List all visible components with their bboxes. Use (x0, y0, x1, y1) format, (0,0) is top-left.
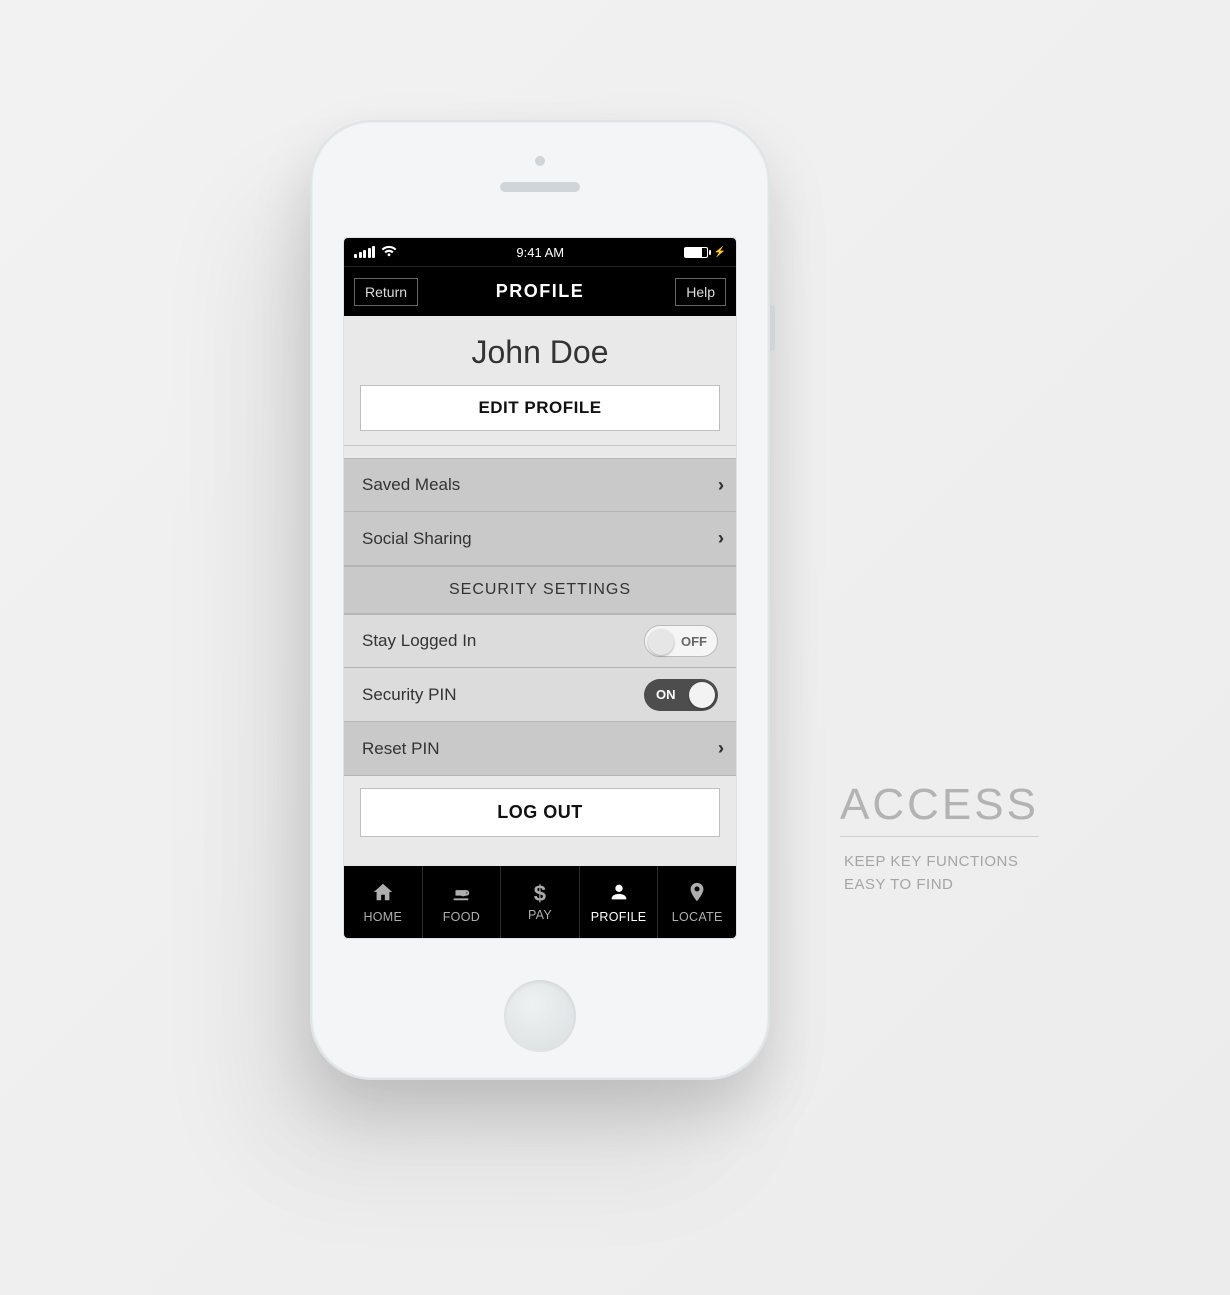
logout-section: LOG OUT (344, 776, 736, 847)
coffee-icon (450, 881, 472, 907)
toggle-stay-logged-in[interactable]: OFF (644, 625, 718, 657)
person-icon (608, 881, 630, 907)
toggle-on-label: ON (656, 687, 676, 702)
pin-icon (686, 881, 708, 907)
tab-food[interactable]: FOOD (423, 866, 502, 938)
tab-pay[interactable]: $ PAY (501, 866, 580, 938)
phone-side-button (770, 305, 775, 351)
row-label: Reset PIN (362, 739, 439, 759)
help-button[interactable]: Help (675, 278, 726, 306)
section-header-security: SECURITY SETTINGS (344, 566, 736, 614)
tab-locate[interactable]: LOCATE (658, 866, 736, 938)
app-screen: 9:41 AM ⚡ Return PROFILE Help John Doe E… (344, 238, 736, 938)
status-left (354, 245, 397, 260)
nav-bar: Return PROFILE Help (344, 266, 736, 316)
profile-header: John Doe EDIT PROFILE (344, 316, 736, 446)
callout-text: ACCESS KEEP KEY FUNCTIONS EASY TO FIND (840, 780, 1039, 896)
row-reset-pin[interactable]: Reset PIN ›› (344, 722, 736, 776)
row-label: Stay Logged In (362, 631, 476, 651)
logout-button[interactable]: LOG OUT (360, 788, 720, 837)
tab-home[interactable]: HOME (344, 866, 423, 938)
battery-icon (684, 247, 708, 258)
phone-speaker (500, 182, 580, 192)
status-bar: 9:41 AM ⚡ (344, 238, 736, 266)
status-right: ⚡ (684, 247, 726, 258)
phone-mockup: 9:41 AM ⚡ Return PROFILE Help John Doe E… (310, 120, 770, 1080)
row-label: Saved Meals (362, 475, 460, 495)
callout-line2: EASY TO FIND (840, 874, 1039, 897)
tab-label: PAY (528, 908, 552, 922)
tab-profile[interactable]: PROFILE (580, 866, 659, 938)
charging-icon: ⚡ (714, 247, 726, 258)
toggle-security-pin[interactable]: ON (644, 679, 718, 711)
dollar-icon: $ (534, 883, 547, 905)
edit-profile-button[interactable]: EDIT PROFILE (360, 385, 720, 431)
toggle-off-label: OFF (681, 634, 707, 649)
row-saved-meals[interactable]: Saved Meals ›› (344, 458, 736, 512)
wifi-icon (381, 245, 397, 260)
callout-title: ACCESS (840, 780, 1039, 837)
signal-icon (354, 246, 375, 258)
profile-name: John Doe (360, 334, 720, 371)
row-label: Security PIN (362, 685, 456, 705)
phone-camera (535, 156, 545, 166)
toggle-knob (648, 629, 674, 655)
row-security-pin: Security PIN ON (344, 668, 736, 722)
tab-label: HOME (363, 910, 402, 924)
tab-label: FOOD (443, 910, 480, 924)
status-time: 9:41 AM (397, 245, 684, 260)
tab-label: LOCATE (672, 910, 723, 924)
toggle-knob (689, 682, 715, 708)
row-label: Social Sharing (362, 529, 472, 549)
row-social-sharing[interactable]: Social Sharing ›› (344, 512, 736, 566)
row-stay-logged-in: Stay Logged In OFF (344, 614, 736, 668)
callout-line1: KEEP KEY FUNCTIONS (840, 851, 1039, 874)
home-icon (372, 881, 394, 907)
return-button[interactable]: Return (354, 278, 418, 306)
phone-home-button (504, 980, 576, 1052)
tab-label: PROFILE (591, 910, 647, 924)
tab-bar: HOME FOOD $ PAY PROFILE (344, 866, 736, 938)
